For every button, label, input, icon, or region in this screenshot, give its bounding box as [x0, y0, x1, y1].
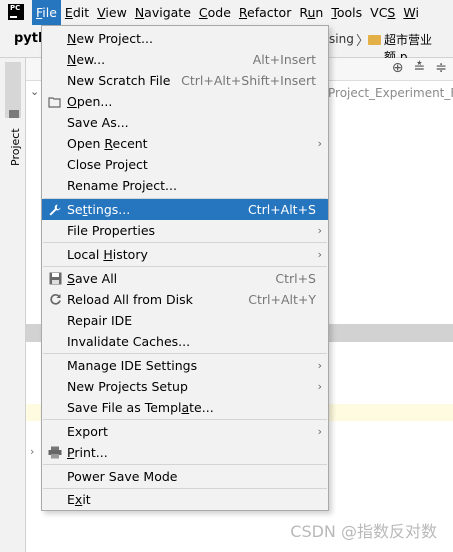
- main-menu-bar: PC File Edit View Navigate Code Refactor…: [0, 0, 453, 25]
- menu-item-invalidate-caches[interactable]: Invalidate Caches...: [42, 331, 328, 352]
- menu-vcs[interactable]: VCS: [366, 0, 399, 25]
- menu-item-power-save-mode[interactable]: Power Save Mode: [42, 466, 328, 487]
- submenu-arrow-icon: ›: [317, 380, 322, 393]
- menu-separator: [43, 242, 327, 243]
- tree-expand-chevron-icon[interactable]: ⌄: [30, 85, 39, 98]
- menu-separator: [43, 353, 327, 354]
- tree-path-tail[interactable]: Project_Experiment_Fir: [328, 86, 453, 100]
- menu-file[interactable]: File: [32, 0, 61, 25]
- menu-separator: [43, 464, 327, 465]
- menu-item-new[interactable]: New... Alt+Insert: [42, 49, 328, 70]
- menu-item-settings[interactable]: Settings... Ctrl+Alt+S: [42, 199, 328, 220]
- menu-separator: [43, 266, 327, 267]
- menu-window[interactable]: Wi: [399, 0, 423, 25]
- menu-item-export[interactable]: Export ›: [42, 421, 328, 442]
- menu-item-rename-project[interactable]: Rename Project...: [42, 175, 328, 196]
- menu-item-close-project[interactable]: Close Project: [42, 154, 328, 175]
- menu-item-new-scratch-file[interactable]: New Scratch File Ctrl+Alt+Shift+Insert: [42, 70, 328, 91]
- folder-open-icon: [47, 94, 63, 110]
- folder-icon: [368, 35, 381, 45]
- file-menu-dropdown: New Project... New... Alt+Insert New Scr…: [41, 25, 329, 511]
- menu-item-open-recent[interactable]: Open Recent ›: [42, 133, 328, 154]
- menu-item-file-properties[interactable]: File Properties ›: [42, 220, 328, 241]
- reload-icon: [47, 292, 63, 308]
- menu-item-print[interactable]: Print...: [42, 442, 328, 463]
- menu-item-new-project[interactable]: New Project...: [42, 28, 328, 49]
- shortcut-label: Ctrl+Alt+S: [247, 202, 316, 217]
- shortcut-label: Ctrl+Alt+Shift+Insert: [181, 73, 316, 88]
- menu-view[interactable]: View: [93, 0, 131, 25]
- shortcut-label: Ctrl+S: [275, 271, 316, 286]
- project-tab-label: Project: [9, 128, 22, 166]
- submenu-arrow-icon: ›: [317, 224, 322, 237]
- menu-item-save-file-as-template[interactable]: Save File as Template...: [42, 397, 328, 418]
- wrench-icon: [47, 202, 63, 218]
- menu-item-open[interactable]: Open...: [42, 91, 328, 112]
- menu-edit[interactable]: Edit: [61, 0, 93, 25]
- menu-refactor[interactable]: Refactor: [235, 0, 295, 25]
- shortcut-label: Ctrl+Alt+Y: [248, 292, 316, 307]
- menu-separator: [43, 419, 327, 420]
- submenu-arrow-icon: ›: [317, 137, 322, 150]
- menu-item-save-as[interactable]: Save As...: [42, 112, 328, 133]
- menu-code[interactable]: Code: [195, 0, 235, 25]
- save-icon: [47, 271, 63, 287]
- menu-item-repair-ide[interactable]: Repair IDE: [42, 310, 328, 331]
- menu-item-manage-ide-settings[interactable]: Manage IDE Settings ›: [42, 355, 328, 376]
- submenu-arrow-icon: ›: [317, 248, 322, 261]
- submenu-arrow-icon: ›: [317, 359, 322, 372]
- pycharm-logo-icon: PC: [8, 3, 24, 20]
- submenu-arrow-icon: ›: [317, 425, 322, 438]
- app-icon-text: PC: [10, 3, 21, 12]
- tree-collapsed-chevron-icon[interactable]: ›: [30, 445, 34, 458]
- menu-item-reload-all-from-disk[interactable]: Reload All from Disk Ctrl+Alt+Y: [42, 289, 328, 310]
- menu-navigate[interactable]: Navigate: [131, 0, 195, 25]
- menu-tools[interactable]: Tools: [327, 0, 366, 25]
- menu-item-local-history[interactable]: Local History ›: [42, 244, 328, 265]
- breadcrumb-fragment[interactable]: sing: [329, 32, 354, 46]
- collapse-all-icon[interactable]: ≛: [414, 60, 426, 76]
- tool-header-icons: ⊕ ≛ ≑: [392, 60, 447, 76]
- locate-icon[interactable]: ⊕: [392, 60, 404, 76]
- menu-item-save-all[interactable]: Save All Ctrl+S: [42, 268, 328, 289]
- menu-run[interactable]: Run: [295, 0, 327, 25]
- project-tab-folder-icon: [9, 110, 19, 118]
- shortcut-label: Alt+Insert: [252, 52, 316, 67]
- expand-all-icon[interactable]: ≑: [435, 60, 447, 76]
- menu-item-exit[interactable]: Exit: [42, 489, 328, 510]
- watermark: CSDN @指数反对数: [290, 522, 437, 541]
- printer-icon: [47, 445, 63, 461]
- menu-item-new-projects-setup[interactable]: New Projects Setup ›: [42, 376, 328, 397]
